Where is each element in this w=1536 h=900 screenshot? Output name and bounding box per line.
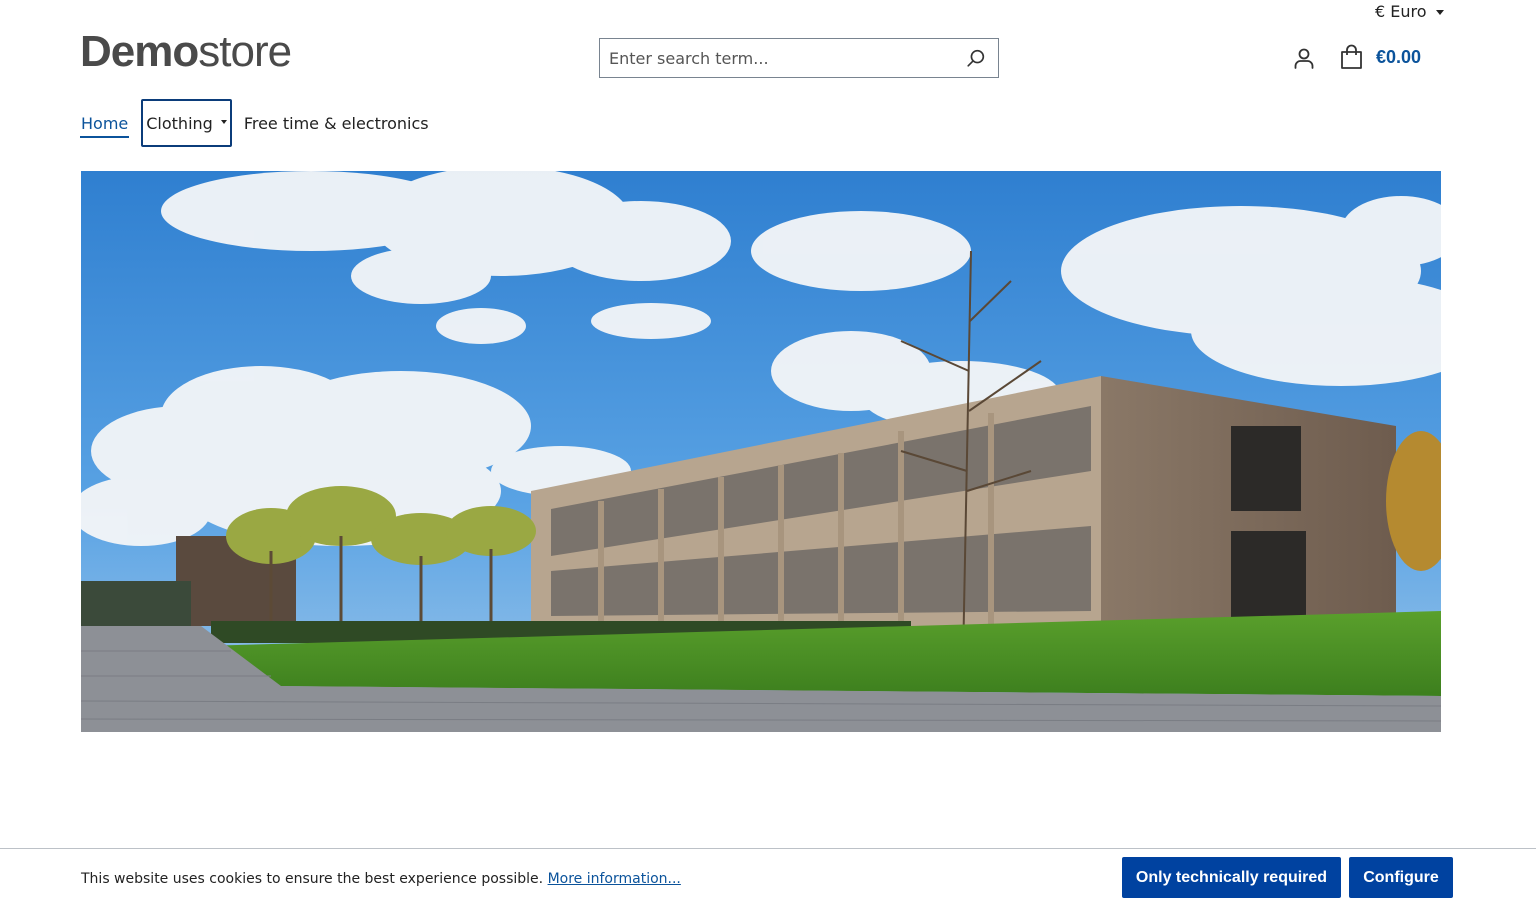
only-technically-required-button[interactable]: Only technically required	[1122, 857, 1341, 898]
caret-down-icon	[220, 120, 227, 124]
search-input[interactable]	[600, 39, 954, 77]
nav-item-free-time-electronics[interactable]: Free time & electronics	[244, 99, 429, 147]
nav-item-clothing-label: Clothing	[146, 113, 213, 133]
building-photo	[81, 171, 1441, 732]
nav-item-home[interactable]: Home	[80, 99, 130, 147]
hero-banner-image	[81, 171, 1441, 732]
user-icon	[1294, 48, 1314, 69]
search-button[interactable]	[954, 39, 998, 77]
cookie-consent-bar: This website uses cookies to ensure the …	[0, 848, 1536, 900]
store-logo[interactable]: Demostore	[80, 27, 292, 76]
logo-light-text: store	[198, 27, 292, 76]
configure-cookies-button[interactable]: Configure	[1349, 857, 1453, 898]
currency-label: € Euro	[1375, 2, 1427, 21]
search-icon	[967, 49, 985, 67]
main-navigation: Home Clothing Free time & electronics	[80, 99, 429, 147]
search-box	[599, 38, 999, 78]
cart-total: €0.00	[1376, 46, 1422, 67]
cookie-message-text: This website uses cookies to ensure the …	[81, 871, 544, 887]
nav-item-clothing[interactable]: Clothing	[141, 99, 232, 147]
shopping-bag-icon	[1341, 44, 1362, 69]
cookie-more-info-link[interactable]: More information...	[548, 871, 681, 887]
caret-down-icon	[1435, 9, 1444, 15]
currency-dropdown[interactable]: € Euro	[1375, 2, 1444, 21]
account-button[interactable]	[1292, 46, 1316, 70]
cookie-message: This website uses cookies to ensure the …	[81, 871, 681, 887]
cart-button[interactable]: €0.00	[1339, 44, 1421, 70]
logo-bold-text: Demo	[80, 27, 199, 76]
